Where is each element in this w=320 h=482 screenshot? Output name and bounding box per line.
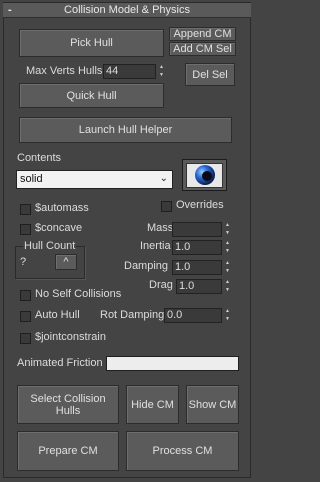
spinner-up-icon[interactable]: ▲ <box>223 279 232 287</box>
hide-cm-button[interactable]: Hide CM <box>126 385 179 424</box>
overrides-checkbox[interactable] <box>161 201 172 212</box>
spinner-up-icon[interactable]: ▲ <box>223 308 232 316</box>
damping-spinner[interactable]: 1.0 ▲ ▼ <box>172 260 232 275</box>
select-collision-hulls-button[interactable]: Select Collision Hulls <box>17 385 119 424</box>
spinner-up-icon[interactable]: ▲ <box>223 260 232 268</box>
spinner-arrows[interactable]: ▲ ▼ <box>223 240 232 255</box>
contents-selected-value: solid <box>20 173 43 185</box>
drag-spinner[interactable]: 1.0 ▲ ▼ <box>176 279 232 294</box>
spinner-arrows[interactable]: ▲ ▼ <box>223 279 232 294</box>
spinner-up-icon[interactable]: ▲ <box>223 222 232 230</box>
spinner-arrows[interactable]: ▲ ▼ <box>223 222 232 237</box>
inertia-field[interactable]: 1.0 <box>172 240 222 255</box>
quick-hull-button[interactable]: Quick Hull <box>19 83 164 108</box>
concave-checkbox[interactable] <box>20 224 31 235</box>
pick-hull-button[interactable]: Pick Hull <box>19 29 164 57</box>
max-verts-hulls-label: Max Verts Hulls <box>26 65 103 77</box>
jointconstrain-label: $jointconstrain <box>35 331 106 343</box>
drag-field[interactable]: 1.0 <box>176 279 222 294</box>
max-verts-hulls-field[interactable]: 44 <box>103 64 156 79</box>
launch-hull-helper-button[interactable]: Launch Hull Helper <box>19 117 232 143</box>
chevron-down-icon[interactable]: ⌄ <box>160 173 168 184</box>
max-verts-hulls-spinner[interactable]: 44 ▲ ▼ <box>103 64 166 79</box>
rot-damping-label: Rot Damping <box>100 309 165 321</box>
process-cm-button[interactable]: Process CM <box>126 431 239 471</box>
automass-checkbox[interactable] <box>20 204 31 215</box>
no-self-collisions-checkbox[interactable] <box>20 290 31 301</box>
spinner-arrows[interactable]: ▲ ▼ <box>223 308 232 323</box>
rot-damping-spinner[interactable]: 0.0 ▲ ▼ <box>164 308 232 323</box>
drag-label: Drag <box>149 279 173 291</box>
spinner-arrows[interactable]: ▲ ▼ <box>223 260 232 275</box>
animated-friction-label: Animated Friction <box>17 357 103 369</box>
spinner-up-icon[interactable]: ▲ <box>157 64 166 72</box>
spinner-arrows[interactable]: ▲ ▼ <box>157 64 166 79</box>
animated-friction-input[interactable] <box>106 356 239 371</box>
damping-label: Damping <box>124 260 169 272</box>
contents-label: Contents <box>17 152 62 164</box>
automass-label: $automass <box>35 202 89 214</box>
del-sel-button[interactable]: Del Sel <box>185 63 235 86</box>
mass-label: Mass <box>147 222 174 234</box>
damping-field[interactable]: 1.0 <box>172 260 222 275</box>
show-cm-button[interactable]: Show CM <box>186 385 239 424</box>
jointconstrain-checkbox[interactable] <box>20 333 31 344</box>
append-cm-button[interactable]: Append CM <box>169 27 236 41</box>
add-cm-sel-button[interactable]: Add CM Sel <box>169 42 236 56</box>
contents-preview-button[interactable] <box>182 159 227 191</box>
rot-damping-field[interactable]: 0.0 <box>164 308 222 323</box>
spinner-down-icon[interactable]: ▼ <box>223 287 232 295</box>
spinner-down-icon[interactable]: ▼ <box>157 72 166 80</box>
prepare-cm-button[interactable]: Prepare CM <box>17 431 119 471</box>
spinner-down-icon[interactable]: ▼ <box>223 316 232 324</box>
spinner-up-icon[interactable]: ▲ <box>223 240 232 248</box>
eye-sphere-icon <box>186 162 223 188</box>
overrides-label: Overrides <box>176 199 224 211</box>
no-self-collisions-label: No Self Collisions <box>35 288 122 300</box>
hull-count-value: ? <box>20 256 27 268</box>
auto-hull-label: Auto Hull <box>35 309 80 321</box>
rollout-title: Collision Model & Physics <box>64 4 190 16</box>
concave-label: $concave <box>35 222 83 234</box>
mass-field[interactable] <box>172 222 222 237</box>
hull-count-up-button[interactable]: ^ <box>55 254 77 270</box>
hull-count-label: Hull Count <box>23 240 77 252</box>
rollout-header[interactable]: - Collision Model & Physics <box>3 3 251 18</box>
spinner-down-icon[interactable]: ▼ <box>223 248 232 256</box>
spinner-down-icon[interactable]: ▼ <box>223 230 232 238</box>
spinner-down-icon[interactable]: ▼ <box>223 268 232 276</box>
mass-spinner[interactable]: ▲ ▼ <box>172 222 232 237</box>
contents-dropdown[interactable]: solid ⌄ <box>16 170 173 189</box>
inertia-label: Inertia <box>140 240 171 252</box>
inertia-spinner[interactable]: 1.0 ▲ ▼ <box>172 240 232 255</box>
auto-hull-checkbox[interactable] <box>20 311 31 322</box>
